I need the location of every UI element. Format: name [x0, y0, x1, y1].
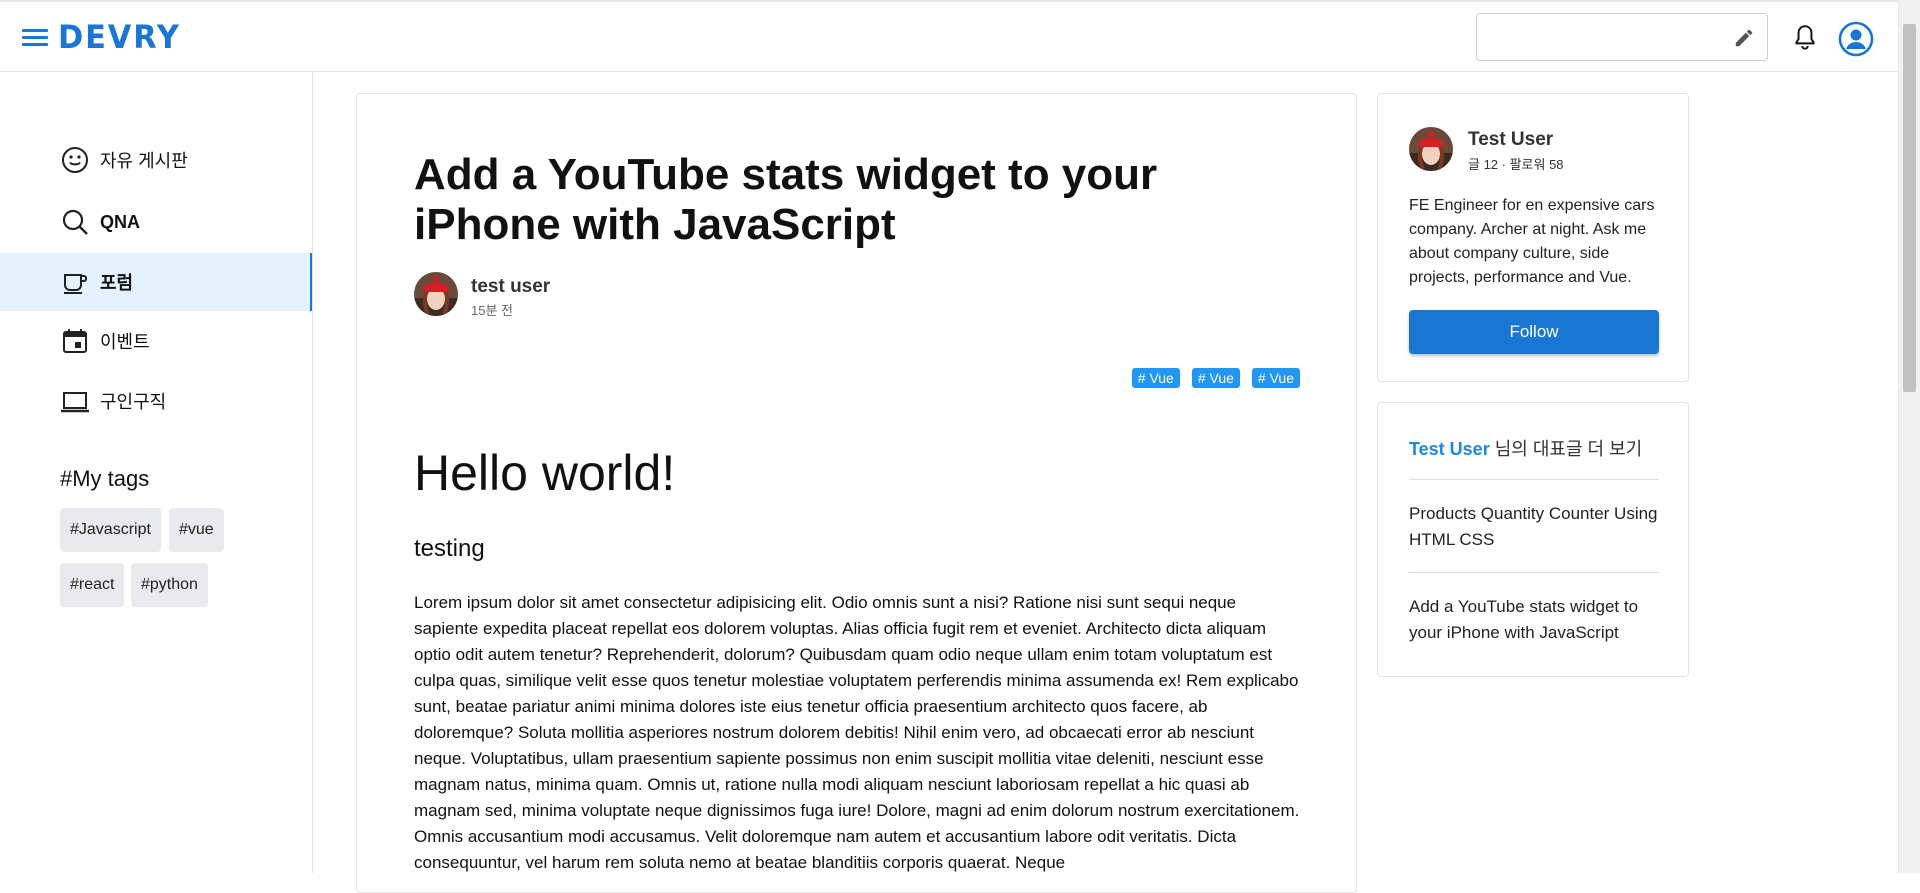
more-post-link[interactable]: Products Quantity Counter Using HTML CSS: [1409, 501, 1659, 553]
post-tag[interactable]: # Vue: [1191, 368, 1240, 388]
sidebar-item-label: 이벤트: [100, 332, 150, 352]
sidebar-item-label: 자유 게시판: [100, 151, 188, 171]
smile-icon: [62, 147, 88, 173]
more-posts-suffix: 님의 대표글 더 보기: [1489, 439, 1643, 459]
calendar-icon: [63, 329, 87, 353]
post-time: 15분 전: [471, 303, 513, 318]
more-post-link[interactable]: Add a YouTube stats widget to your iPhon…: [1409, 594, 1659, 646]
sidebar-item-label: QNA: [100, 211, 140, 232]
profile-card: Test User 글 12 · 팔로워 58 FE Engineer for …: [1377, 93, 1689, 382]
sidebar-item-jobs[interactable]: 구인구직: [0, 372, 312, 430]
my-tags-title: #My tags: [60, 466, 150, 491]
follow-button[interactable]: Follow: [1409, 310, 1659, 354]
scrollbar-thumb[interactable]: [1903, 24, 1916, 392]
divider: [1409, 572, 1659, 573]
sidebar-item-free-board[interactable]: 자유 게시판: [0, 131, 312, 189]
content-subheading: testing: [414, 535, 485, 562]
top-app-bar: DEVRY: [0, 0, 1898, 72]
sidebar-item-qna[interactable]: QNA: [0, 193, 312, 251]
more-posts-card: Test User 님의 대표글 더 보기 Products Quantity …: [1377, 402, 1689, 677]
profile-stats: 글 12 · 팔로워 58: [1468, 157, 1564, 172]
sidebar-item-label: 구인구직: [100, 392, 167, 412]
sidebar-item-label: 포럼: [100, 273, 134, 293]
laptop-icon: [61, 392, 89, 413]
tag-chip[interactable]: #react: [60, 563, 125, 607]
pencil-icon[interactable]: [1733, 27, 1755, 49]
page-scrollbar[interactable]: [1898, 0, 1920, 873]
profile-name[interactable]: Test User: [1468, 129, 1553, 151]
post-tags: # Vue # Vue # Vue: [1131, 368, 1300, 388]
author-name[interactable]: test user: [471, 276, 550, 298]
author-avatar[interactable]: [414, 272, 458, 316]
more-posts-username[interactable]: Test User: [1409, 439, 1490, 459]
post-tag[interactable]: # Vue: [1131, 368, 1180, 388]
sidebar-item-forum[interactable]: 포럼: [0, 253, 312, 311]
sidebar-item-events[interactable]: 이벤트: [0, 312, 312, 370]
tag-chip[interactable]: #python: [131, 563, 208, 607]
app-logo[interactable]: DEVRY: [58, 18, 181, 56]
account-icon[interactable]: [1838, 21, 1874, 57]
article-title: Add a YouTube stats widget to your iPhon…: [414, 150, 1158, 249]
menu-icon[interactable]: [22, 26, 48, 48]
divider: [1409, 479, 1659, 480]
content-heading: Hello world!: [414, 445, 676, 501]
more-posts-title: Test User 님의 대표글 더 보기: [1409, 435, 1642, 461]
search-field[interactable]: [1476, 13, 1768, 61]
content-paragraph: Lorem ipsum dolor sit amet consectetur a…: [414, 593, 1300, 872]
tag-chip[interactable]: #vue: [169, 508, 224, 552]
profile-bio: FE Engineer for en expensive cars compan…: [1409, 197, 1655, 286]
tag-chip[interactable]: #Javascript: [60, 508, 161, 552]
search-icon: [62, 209, 88, 235]
coffee-icon: [64, 274, 87, 294]
sidebar: 자유 게시판 QNA 포럼 이벤트 구인구직 #My tags #Javascr…: [0, 72, 313, 873]
article-card: Add a YouTube stats widget to your iPhon…: [356, 93, 1357, 893]
profile-avatar[interactable]: [1409, 127, 1453, 171]
bell-icon[interactable]: [1792, 23, 1818, 53]
search-input[interactable]: [1477, 14, 1741, 60]
post-tag[interactable]: # Vue: [1251, 368, 1300, 388]
